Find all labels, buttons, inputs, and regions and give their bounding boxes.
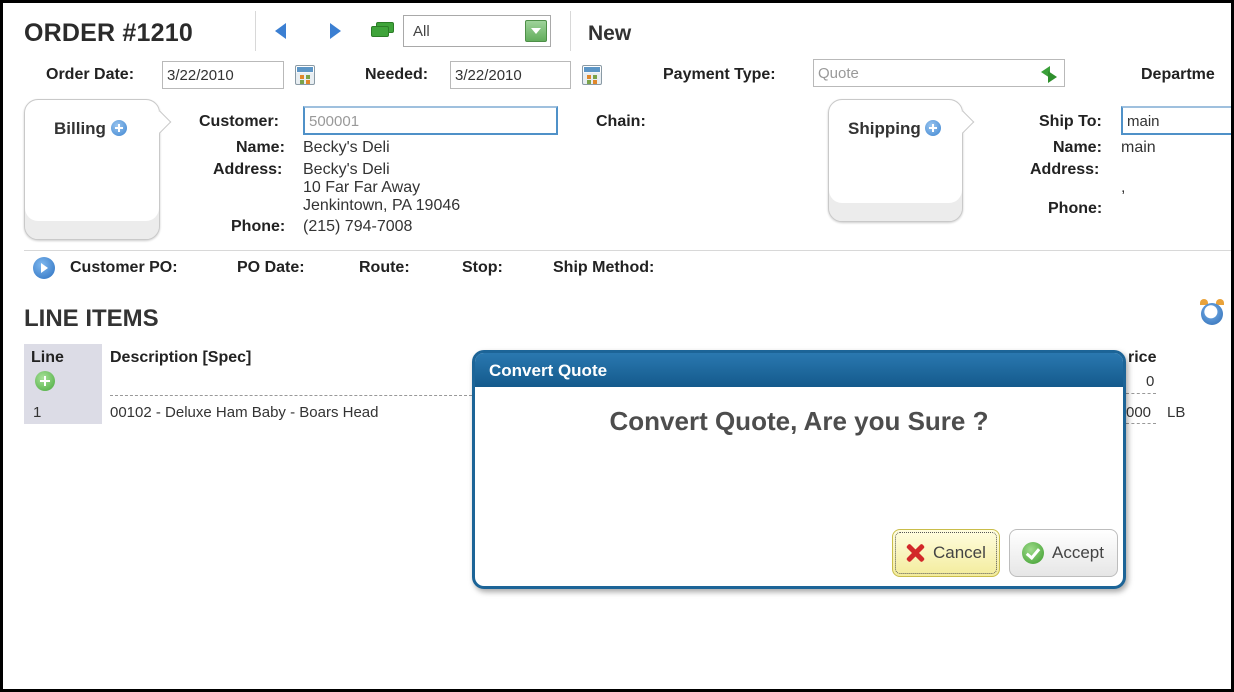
add-line-icon[interactable] (35, 371, 55, 391)
needed-label: Needed: (365, 66, 429, 83)
payment-type-label: Payment Type: (663, 66, 776, 83)
expand-icon[interactable] (33, 257, 55, 279)
shipping-tab-title: Shipping (848, 119, 942, 139)
order-date-input[interactable]: 3/22/2010 (162, 61, 284, 89)
ship-method-label: Ship Method: (553, 259, 655, 276)
chevron-down-icon[interactable] (525, 20, 547, 42)
layers-icon[interactable] (371, 22, 395, 38)
alarm-clock-icon[interactable] (1199, 299, 1225, 325)
row-divider (110, 395, 472, 396)
order-date-label: Order Date: (46, 66, 135, 83)
customer-label: Customer: (199, 113, 280, 130)
ship-name-label: Name: (1053, 139, 1102, 156)
po-date-label: PO Date: (237, 259, 305, 276)
calendar-icon[interactable] (582, 65, 602, 85)
customer-po-label: Customer PO: (70, 259, 178, 276)
swap-icon[interactable] (1039, 64, 1061, 84)
phone-label: Phone: (231, 218, 286, 235)
customer-phone: (215) 794-7008 (303, 218, 413, 235)
ship-name: main (1121, 139, 1156, 156)
billing-tab-label: Billing (54, 119, 106, 138)
needed-date-input[interactable]: 3/22/2010 (450, 61, 571, 89)
dialog-title: Convert Quote (475, 353, 1123, 387)
cancel-button[interactable]: Cancel (892, 529, 1000, 577)
dialog-message: Convert Quote, Are you Sure ? (609, 406, 989, 436)
ship-phone-label: Phone: (1048, 200, 1103, 217)
ship-address: , (1121, 179, 1126, 196)
order-status: New (588, 22, 632, 45)
stop-label: Stop: (462, 259, 503, 276)
cancel-button-label: Cancel (933, 543, 986, 562)
department-label: Departme (1141, 66, 1215, 83)
column-header-price: rice (1128, 349, 1157, 366)
order-window: ORDER #1210 All New Order Date: 3/22/201… (3, 3, 1231, 689)
ship-address-label: Address: (1030, 161, 1100, 178)
divider (570, 11, 571, 51)
customer-input[interactable]: 500001 (303, 106, 558, 135)
address-line-3: Jenkintown, PA 19046 (303, 197, 461, 214)
row-price: 000 (1126, 404, 1152, 421)
shipping-tab[interactable]: Shipping (828, 99, 975, 222)
prev-arrow-icon[interactable] (275, 23, 286, 39)
ship-to-input[interactable]: main (1121, 106, 1231, 135)
line-items-title: LINE ITEMS (24, 305, 159, 332)
column-header-line: Line (31, 349, 64, 366)
check-icon (1022, 542, 1044, 564)
filter-select-value: All (413, 23, 430, 40)
name-label: Name: (236, 139, 285, 156)
order-title: ORDER #1210 (24, 19, 193, 47)
route-label: Route: (359, 259, 410, 276)
accept-button-label: Accept (1052, 543, 1104, 562)
calendar-icon[interactable] (295, 65, 315, 85)
filter-select[interactable]: All (403, 15, 551, 47)
shipping-tab-label: Shipping (848, 119, 921, 138)
convert-quote-dialog: Convert Quote Convert Quote, Are you Sur… (472, 350, 1126, 589)
billing-tab[interactable]: Billing (24, 99, 172, 240)
payment-type-input[interactable]: Quote (813, 59, 1065, 87)
add-icon[interactable] (110, 120, 127, 136)
chain-label: Chain: (596, 113, 646, 130)
close-icon (905, 543, 925, 563)
billing-tab-title: Billing (54, 119, 127, 139)
row-divider (1126, 393, 1156, 394)
row-divider (1126, 423, 1156, 424)
ship-to-label: Ship To: (1039, 113, 1102, 130)
address-line-2: 10 Far Far Away (303, 179, 421, 196)
row-line-number: 1 (33, 404, 42, 421)
address-line-1: Becky's Deli (303, 161, 390, 178)
accept-button[interactable]: Accept (1009, 529, 1118, 577)
column-header-description: Description [Spec] (110, 349, 252, 366)
row-price-top: 0 (1146, 373, 1155, 390)
row-unit: LB (1167, 404, 1186, 421)
divider (24, 250, 1231, 251)
divider (255, 11, 256, 51)
row-description[interactable]: 00102 - Deluxe Ham Baby - Boars Head (110, 404, 378, 421)
customer-name: Becky's Deli (303, 139, 390, 156)
address-label: Address: (213, 161, 283, 178)
next-arrow-icon[interactable] (330, 23, 341, 39)
add-icon[interactable] (925, 120, 942, 136)
